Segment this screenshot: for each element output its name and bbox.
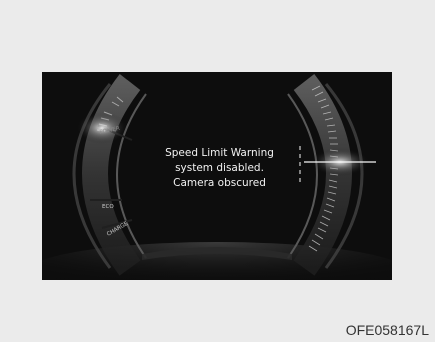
image-reference-code: OFE058167L xyxy=(345,322,429,338)
gauge-label-eco: ECO xyxy=(102,204,114,210)
left-gauge-glow xyxy=(76,112,128,144)
warning-line-1: Speed Limit Warning xyxy=(165,147,274,159)
warning-line-2: system disabled. xyxy=(175,162,264,174)
warning-line-3: Camera obscured xyxy=(173,177,266,189)
instrument-cluster-display: POWER ECO CHARGE Speed Limit Warning sys… xyxy=(42,72,392,280)
left-gauge-ring xyxy=(82,74,141,276)
speed-limit-warning-message: Speed Limit Warning system disabled. Cam… xyxy=(147,146,292,191)
